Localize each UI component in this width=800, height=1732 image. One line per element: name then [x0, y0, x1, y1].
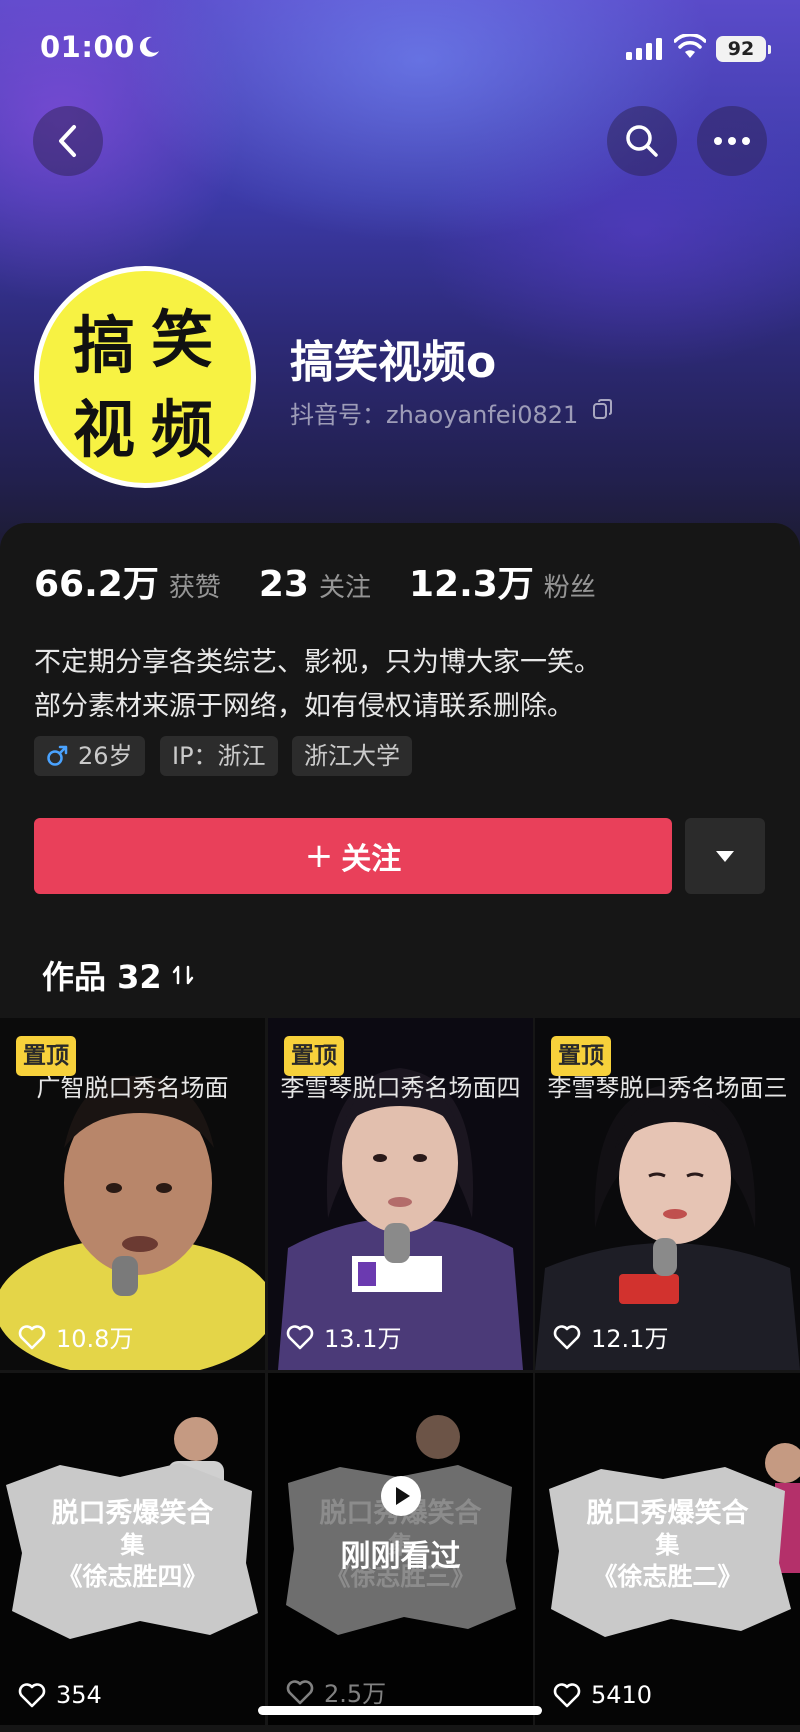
video-likes: 10.8万: [18, 1319, 133, 1354]
wifi-icon: [674, 34, 706, 58]
likes-value: 2.5万: [324, 1680, 387, 1708]
cellular-signal-icon: [626, 38, 662, 60]
sort-icon[interactable]: [172, 963, 194, 987]
video-tile[interactable]: 脱口秀爆笑合 集 《徐志胜四》 354: [0, 1373, 265, 1725]
home-indicator[interactable]: [258, 1706, 542, 1715]
more-options-button[interactable]: [697, 106, 767, 176]
likes-value: 354: [56, 1681, 102, 1709]
video-likes: 354: [18, 1681, 102, 1709]
profile-name: 搞笑视频o: [290, 337, 497, 388]
recommend-dropdown-button[interactable]: [685, 818, 765, 894]
likes-label: 获赞: [168, 573, 221, 603]
video-tile[interactable]: 广智脱口秀名场面 置顶 10.8万: [0, 1018, 265, 1370]
heart-icon: [18, 1324, 46, 1349]
heart-icon: [18, 1683, 46, 1708]
heart-icon: [286, 1679, 314, 1704]
video-tile[interactable]: 脱口秀爆笑合 集 《徐志胜三》 刚刚看过 2.5万: [268, 1373, 533, 1725]
followers-label: 粉丝: [543, 573, 596, 603]
video-tile[interactable]: 李雪琴脱口秀名场面四 置顶 13.1万: [268, 1018, 533, 1370]
paper-text: 集: [120, 1530, 145, 1559]
status-time: 01:00: [40, 30, 135, 64]
paper-text: 集: [655, 1530, 680, 1559]
bio-line: 部分素材来源于网络，如有侵权请联系删除。: [34, 691, 574, 722]
more-dots-icon: [714, 137, 750, 145]
video-tile[interactable]: 李雪琴脱口秀名场面三 置顶 12.1万: [535, 1018, 800, 1370]
video-likes: 12.1万: [553, 1319, 668, 1354]
pinned-badge: 置顶: [551, 1036, 611, 1076]
avatar[interactable]: 搞 笑 视 频: [34, 266, 256, 488]
bio-line: 不定期分享各类综艺、影视，只为博大家一笑。: [34, 647, 601, 678]
moon-icon: [139, 36, 159, 57]
avatar-char: 频: [151, 393, 214, 466]
following-label: 关注: [318, 573, 371, 603]
male-gender-icon: [47, 745, 68, 766]
back-button[interactable]: [33, 106, 103, 176]
follow-label: 关注: [341, 842, 402, 877]
works-tab[interactable]: 作品 32: [42, 952, 194, 998]
copy-icon[interactable]: [592, 398, 614, 420]
age-label: 26岁: [78, 742, 133, 770]
likes-value: 10.8万: [56, 1325, 134, 1353]
recently-watched-label: 刚刚看过: [340, 1539, 461, 1574]
battery-indicator: 92: [716, 36, 771, 62]
heart-icon: [286, 1324, 314, 1349]
douyin-id: 抖音号：zhaoyanfei0821: [290, 401, 579, 429]
follow-button[interactable]: + 关注: [34, 818, 672, 894]
followers-count[interactable]: 12.3万: [409, 555, 534, 607]
paper-text: 《徐志胜四》: [57, 1562, 208, 1591]
search-icon: [626, 125, 658, 157]
video-tile[interactable]: 脱口秀爆笑合 集 《徐志胜二》 5410: [535, 1373, 800, 1725]
pinned-badge: 置顶: [16, 1036, 76, 1076]
following-count[interactable]: 23: [259, 564, 309, 605]
status-bar: 01:00 92: [0, 30, 800, 70]
play-icon: [381, 1476, 421, 1516]
likes-count[interactable]: 66.2万: [34, 555, 159, 607]
search-button[interactable]: [607, 106, 677, 176]
ip-tag: IP：浙江: [160, 736, 278, 776]
avatar-char: 搞: [73, 309, 136, 382]
video-likes: 13.1万: [286, 1319, 401, 1354]
pinned-badge: 置顶: [284, 1036, 344, 1076]
likes-value: 12.1万: [591, 1325, 669, 1353]
heart-icon: [553, 1324, 581, 1349]
avatar-char: 视: [73, 393, 136, 466]
school-tag[interactable]: 浙江大学: [292, 736, 412, 776]
profile-stats: 66.2万 获赞 23 关注 12.3万 粉丝: [34, 555, 634, 607]
heart-icon: [553, 1683, 581, 1708]
video-likes: 2.5万: [286, 1674, 386, 1709]
plus-icon: +: [304, 836, 334, 876]
likes-value: 13.1万: [324, 1325, 402, 1353]
age-tag: 26岁: [34, 736, 145, 776]
triangle-down-icon: [716, 850, 734, 862]
paper-text: 《徐志胜二》: [592, 1562, 743, 1591]
video-likes: 5410: [553, 1681, 652, 1709]
avatar-char: 笑: [151, 303, 214, 376]
chevron-left-icon: [59, 125, 76, 157]
likes-value: 5410: [591, 1681, 653, 1709]
works-title: 作品 32: [42, 958, 162, 996]
